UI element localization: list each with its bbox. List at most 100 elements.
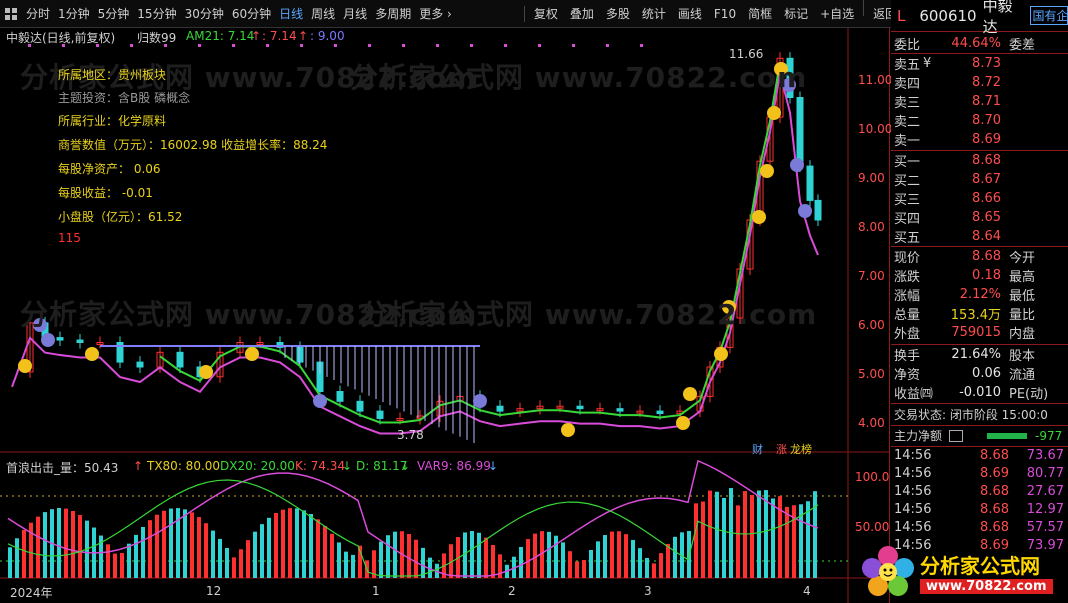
webi-row: 委比 44.64% 委差 <box>891 34 1068 53</box>
period-tab-7[interactable]: 周线 <box>307 0 339 28</box>
indicator-bar <box>29 523 33 578</box>
stat-row: 涨幅 2.12% 最低 <box>891 285 1068 304</box>
region-key: 所属地区： <box>58 68 118 82</box>
badge-cai[interactable]: 财 <box>752 441 763 457</box>
tool-button-0[interactable]: 复权 <box>528 0 564 28</box>
indicator-bar <box>113 554 117 578</box>
bid-label: 买二 <box>891 170 927 189</box>
am21-value-3: : 9.00 <box>310 29 345 43</box>
bid-row[interactable]: 买五 8.64 <box>891 227 1068 246</box>
indicator-bar <box>302 510 306 578</box>
indicator-bar <box>295 508 299 578</box>
divider-7 <box>891 446 1068 447</box>
tool-button-1[interactable]: 叠加 <box>564 0 600 28</box>
period-tab-3[interactable]: 15分钟 <box>133 0 180 28</box>
flower-logo-icon <box>858 542 918 602</box>
tool-button-5[interactable]: F10 <box>708 0 742 28</box>
var9-label: VAR9: 86.99 <box>417 459 491 473</box>
date-axis-label: 2024年 <box>10 584 53 601</box>
top-marker <box>538 44 541 47</box>
indicator-bar <box>407 534 411 578</box>
stat-label: 总量 <box>891 304 927 323</box>
grid-menu-icon[interactable] <box>0 0 22 28</box>
bid-row[interactable]: 买三 8.66 <box>891 189 1068 208</box>
indicator-bar <box>477 533 481 578</box>
period-tab-0[interactable]: 分时 <box>22 0 54 28</box>
tick-row: 14:56 8.68 57.57 <box>891 520 1068 538</box>
main-flow-row[interactable]: 主力净额 -977 <box>891 426 1068 445</box>
period-tab-1[interactable]: 1分钟 <box>54 0 94 28</box>
am21-arrow-2: ↑ <box>298 29 308 43</box>
bid-row[interactable]: 买二 8.67 <box>891 170 1068 189</box>
indicator-bar <box>127 544 131 578</box>
indicator-bar <box>36 517 40 578</box>
info-goodwill: 商誉数值（万元）：16002.98 收益增长率：88.24 <box>58 136 327 153</box>
indicator-bar <box>253 532 257 578</box>
tool-button-8[interactable]: +自选 <box>814 0 860 28</box>
main-flow-doc-icon[interactable] <box>949 430 963 442</box>
date-axis-label: 1 <box>372 584 380 598</box>
badge-zhang[interactable]: 涨 <box>776 441 787 457</box>
period-tab-6[interactable]: 日线 <box>275 0 307 28</box>
region-value: 贵州板块 <box>118 68 166 82</box>
top-marker <box>232 44 235 47</box>
top-marker <box>334 44 337 47</box>
chart-title: 中毅达(日线,前复权) <box>6 29 115 46</box>
indicator-bar <box>736 505 740 578</box>
indicator-bar <box>134 535 138 578</box>
info-eps: 每股收益： -0.01 <box>58 184 153 201</box>
stat-value: 759015 <box>927 325 1005 340</box>
bid-row[interactable]: 买一 8.68 <box>891 151 1068 170</box>
ask-label: 卖五 <box>891 54 927 73</box>
stat2-label-2: PE(动) <box>1005 383 1065 402</box>
price-axis-label: 8.00 <box>858 220 885 234</box>
period-tab-8[interactable]: 月线 <box>339 0 371 28</box>
period-tab-4[interactable]: 30分钟 <box>181 0 228 28</box>
indicator-bar <box>337 542 341 578</box>
tx80-label: TX80: 80.00 <box>147 459 220 473</box>
indicator-bar <box>148 520 152 578</box>
indicator-bar <box>414 540 418 578</box>
indicator-bar <box>323 526 327 578</box>
tick-time: 14:56 <box>891 484 939 502</box>
indicator-bar <box>330 534 334 578</box>
period-tab-9[interactable]: 多周期 <box>371 0 415 28</box>
ask-row[interactable]: 卖五 8.73 ¥ <box>891 54 1068 73</box>
ask-price: 8.69 <box>927 132 1005 147</box>
top-marker <box>606 44 609 47</box>
trade-status-row: 交易状态: 闭市阶段 15:00:0 <box>891 405 1068 424</box>
candle-body <box>77 340 83 342</box>
tick-time: 14:56 <box>891 502 939 520</box>
period-tab-10[interactable]: 更多 › <box>415 0 456 28</box>
kline-chart-area[interactable]: 分析家公式网 www.70822.com 分析家公式网 www.70822.co… <box>0 28 890 603</box>
main-flow-bar <box>987 433 1027 439</box>
ma-green-line <box>160 62 780 422</box>
indicator-bar <box>491 545 495 578</box>
tick-row: 14:56 8.68 73.67 <box>891 448 1068 466</box>
ask-row[interactable]: 卖四 8.72 <box>891 73 1068 92</box>
bid-row[interactable]: 买四 8.65 <box>891 208 1068 227</box>
indicator-bar <box>813 491 817 578</box>
indicator-bar <box>526 539 530 578</box>
stat-value: 0.18 <box>927 268 1005 283</box>
smiley-marker <box>245 347 259 361</box>
stat-label: 现价 <box>891 247 927 266</box>
sad-marker <box>473 394 487 408</box>
trade-status: 交易状态: 闭市阶段 15:00:0 <box>891 406 1048 423</box>
tool-button-7[interactable]: 标记 <box>778 0 814 28</box>
indicator-bar <box>155 515 159 578</box>
ask-row[interactable]: 卖三 8.71 <box>891 92 1068 111</box>
tool-button-3[interactable]: 统计 <box>636 0 672 28</box>
stat2-value: 21.64% <box>941 347 1005 362</box>
tool-button-2[interactable]: 多股 <box>600 0 636 28</box>
badge-longbang[interactable]: 龙榜 <box>790 441 812 457</box>
period-tab-2[interactable]: 5分钟 <box>94 0 134 28</box>
tool-button-4[interactable]: 画线 <box>672 0 708 28</box>
ask-row[interactable]: 卖一 8.69 <box>891 130 1068 149</box>
ask-row[interactable]: 卖二 8.70 <box>891 111 1068 130</box>
indicator-bar <box>246 540 250 578</box>
indicator-bar <box>701 502 705 578</box>
tool-button-6[interactable]: 简框 <box>742 0 778 28</box>
period-tab-5[interactable]: 60分钟 <box>228 0 275 28</box>
indicator-bar <box>71 511 75 578</box>
